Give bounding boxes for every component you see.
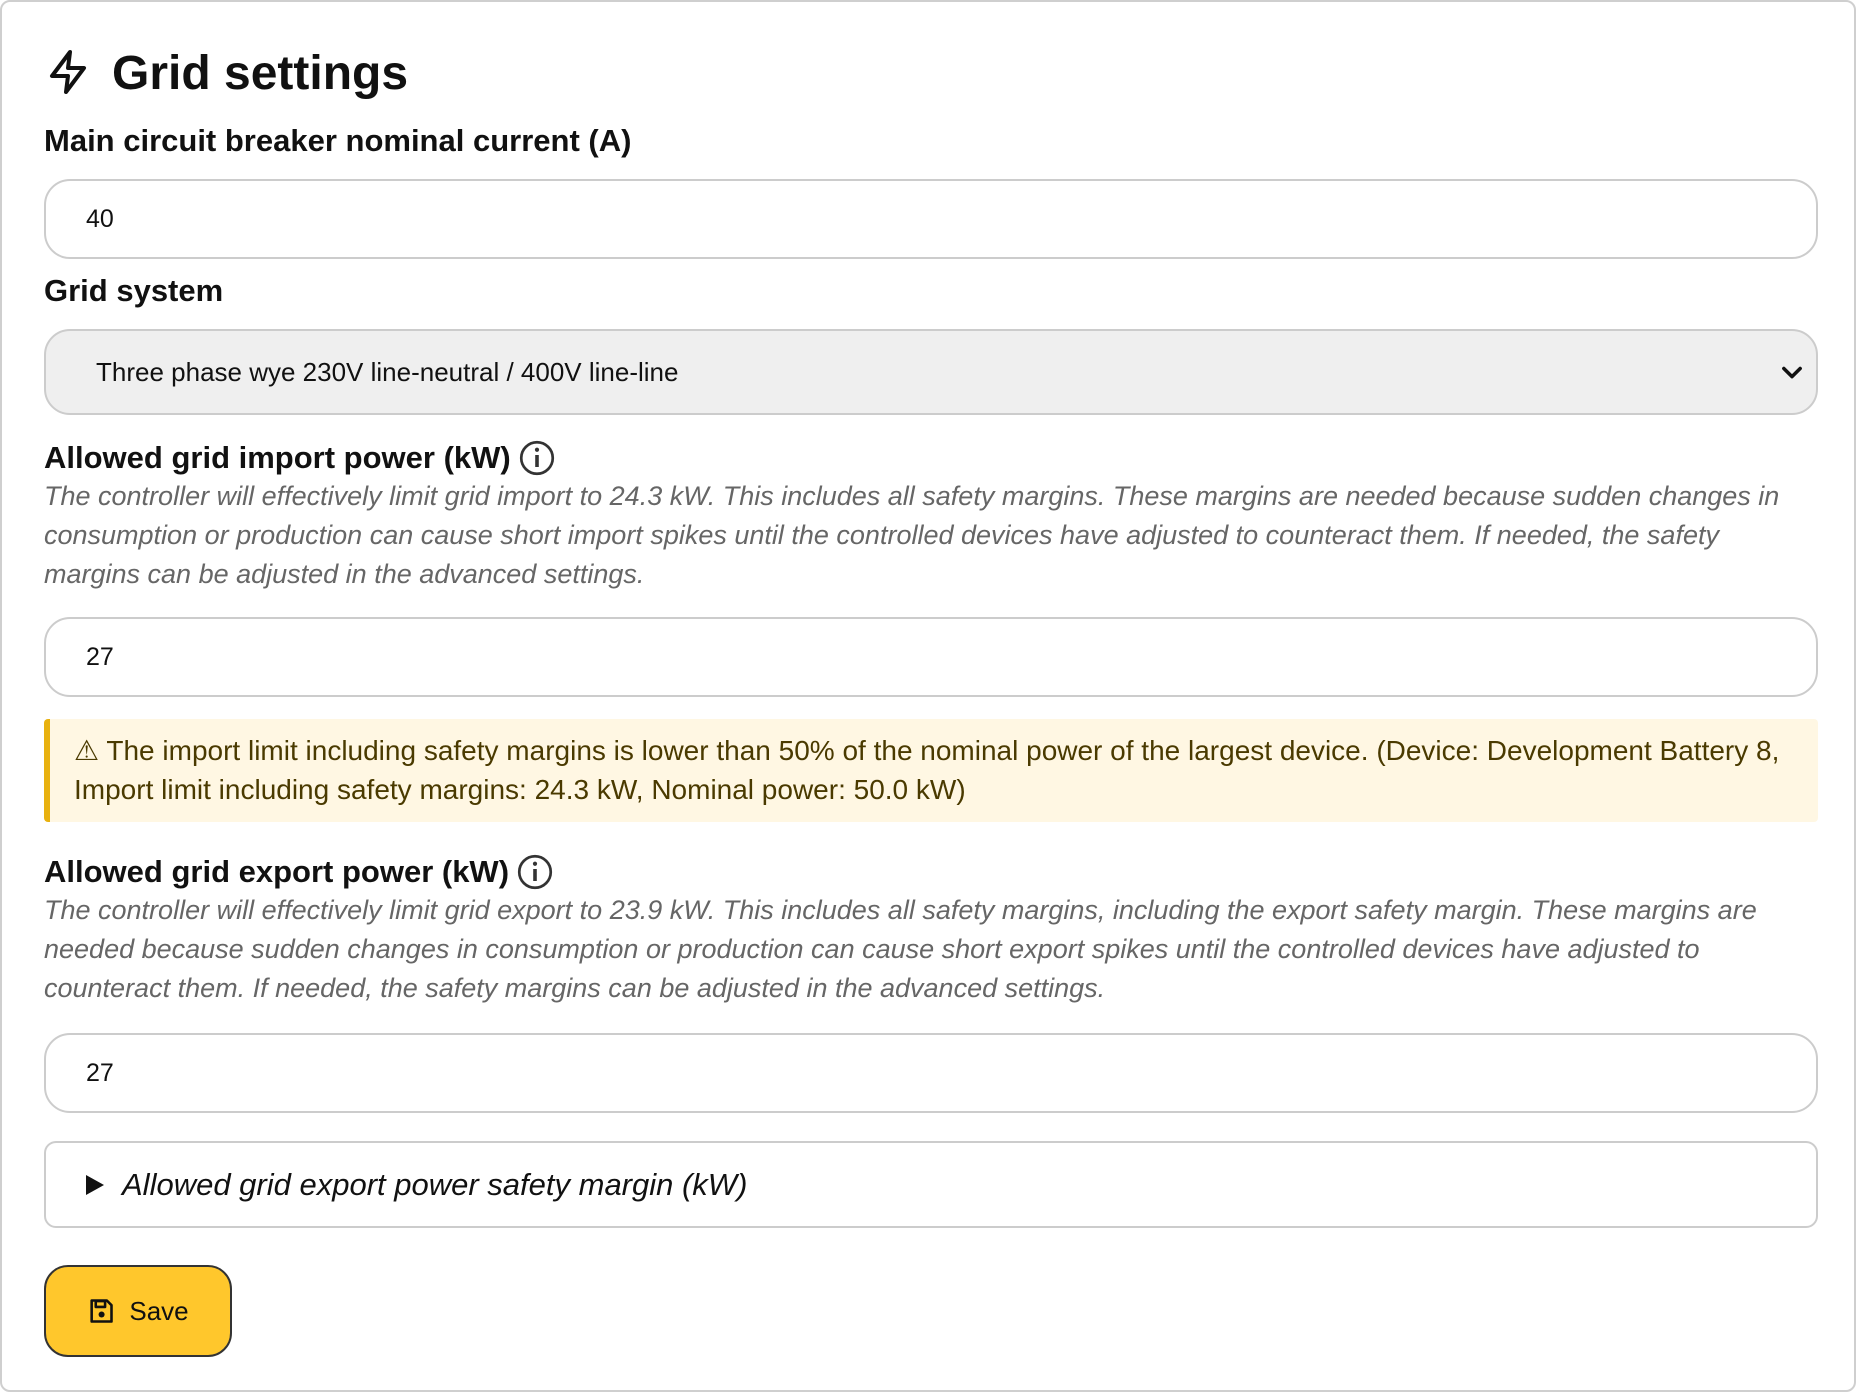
export-power-label-row: Allowed grid export power (kW) — [44, 852, 553, 892]
save-button[interactable]: Save — [44, 1265, 232, 1357]
save-button-label: Save — [129, 1295, 189, 1326]
grid-system-selected-value: Three phase wye 230V line-neutral / 400V… — [96, 356, 679, 387]
floppy-disk-icon — [90, 1299, 114, 1323]
export-power-input[interactable] — [44, 1033, 1818, 1113]
info-icon[interactable] — [517, 854, 553, 890]
page-title: Grid settings — [112, 47, 409, 100]
grid-system-label: Grid system — [44, 273, 224, 308]
export-power-label: Allowed grid export power (kW) — [44, 854, 510, 889]
import-power-label-row: Allowed grid import power (kW) — [44, 438, 555, 478]
export-power-help-text: The controller will effectively limit gr… — [44, 895, 1757, 1003]
grid-settings-card: Grid settings Main circuit breaker nomin… — [0, 0, 1856, 1392]
grid-system-select[interactable]: Three phase wye 230V line-neutral / 400V… — [44, 329, 1818, 415]
import-power-help-text: The controller will effectively limit gr… — [44, 481, 1780, 589]
info-icon[interactable] — [519, 440, 555, 476]
disclosure-triangle-icon — [86, 1174, 104, 1195]
import-power-input[interactable] — [44, 617, 1818, 697]
import-limit-warning: ⚠ The import limit including safety marg… — [44, 719, 1818, 822]
export-safety-margin-summary: Allowed grid export power safety margin … — [122, 1166, 748, 1202]
lightning-icon — [44, 48, 92, 101]
page-header: Grid settings — [44, 44, 408, 104]
export-safety-margin-disclosure[interactable]: Allowed grid export power safety margin … — [44, 1141, 1818, 1228]
chevron-down-icon — [1782, 366, 1802, 379]
breaker-label: Main circuit breaker nominal current (A) — [44, 123, 632, 158]
breaker-current-input[interactable] — [44, 179, 1818, 259]
import-power-label: Allowed grid import power (kW) — [44, 440, 511, 475]
